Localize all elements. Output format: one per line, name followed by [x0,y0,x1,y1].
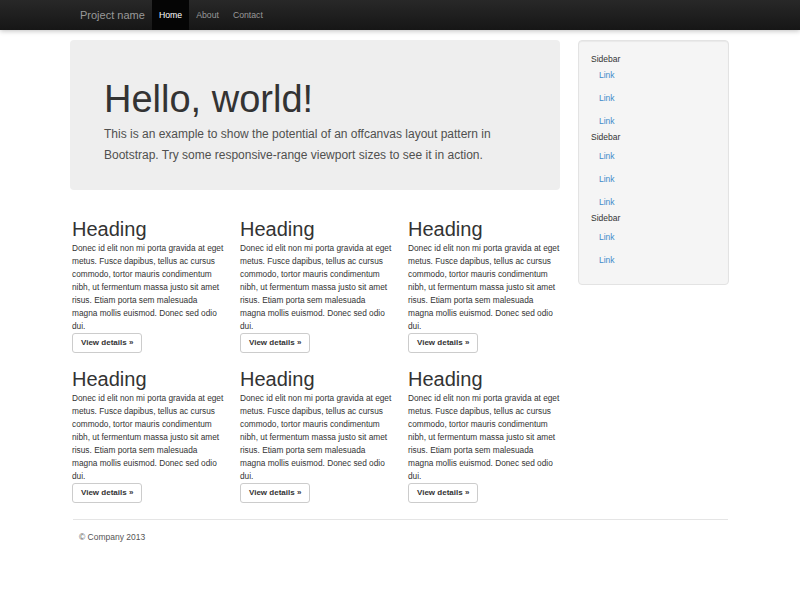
view-details-button[interactable]: View details » [72,333,142,353]
navbar: Project name Home About Contact [0,0,800,30]
card: Heading Donec id elit non mi porta gravi… [408,220,560,354]
sidebar-link[interactable]: Link [599,196,615,208]
navbar-brand[interactable]: Project name [80,0,145,30]
sidebar: Sidebar Link Link Link Sidebar Link Link… [578,40,729,285]
sidebar-title: Sidebar [591,131,620,143]
card-heading: Heading [72,220,224,238]
nav-item-contact[interactable]: Contact [226,0,270,30]
view-details-button[interactable]: View details » [240,333,310,353]
view-details-button[interactable]: View details » [240,483,310,503]
card-body: Donec id elit non mi porta gravida at eg… [240,392,392,483]
card-body: Donec id elit non mi porta gravida at eg… [72,242,224,333]
navbar-nav: Home About Contact [152,0,270,30]
card-heading: Heading [240,370,392,388]
view-details-button[interactable]: View details » [408,483,478,503]
sidebar-title: Sidebar [591,212,620,224]
sidebar-link[interactable]: Link [599,92,615,104]
card-body: Donec id elit non mi porta gravida at eg… [408,242,560,333]
sidebar-link[interactable]: Link [599,173,615,185]
jumbotron-title: Hello, world! [104,80,313,118]
nav-item-about[interactable]: About [189,0,226,30]
card: Heading Donec id elit non mi porta gravi… [240,220,392,354]
sidebar-link[interactable]: Link [599,150,615,162]
card: Heading Donec id elit non mi porta gravi… [408,370,560,504]
view-details-button[interactable]: View details » [72,483,142,503]
sidebar-link[interactable]: Link [599,254,615,266]
sidebar-title: Sidebar [591,53,620,65]
sidebar-link[interactable]: Link [599,115,615,127]
sidebar-link[interactable]: Link [599,231,615,243]
copyright-text: © Company 2013 [79,532,145,542]
card: Heading Donec id elit non mi porta gravi… [72,220,224,354]
view-details-button[interactable]: View details » [408,333,478,353]
jumbotron: Hello, world! This is an example to show… [70,40,560,190]
card-body: Donec id elit non mi porta gravida at eg… [240,242,392,333]
card-heading: Heading [72,370,224,388]
card: Heading Donec id elit non mi porta gravi… [240,370,392,504]
card-body: Donec id elit non mi porta gravida at eg… [408,392,560,483]
jumbotron-text: This is an example to show the potential… [104,124,516,166]
card-heading: Heading [408,370,560,388]
sidebar-link[interactable]: Link [599,69,615,81]
nav-item-home[interactable]: Home [152,0,189,30]
footer-divider [73,519,728,520]
card: Heading Donec id elit non mi porta gravi… [72,370,224,504]
card-body: Donec id elit non mi porta gravida at eg… [72,392,224,483]
card-heading: Heading [408,220,560,238]
card-heading: Heading [240,220,392,238]
